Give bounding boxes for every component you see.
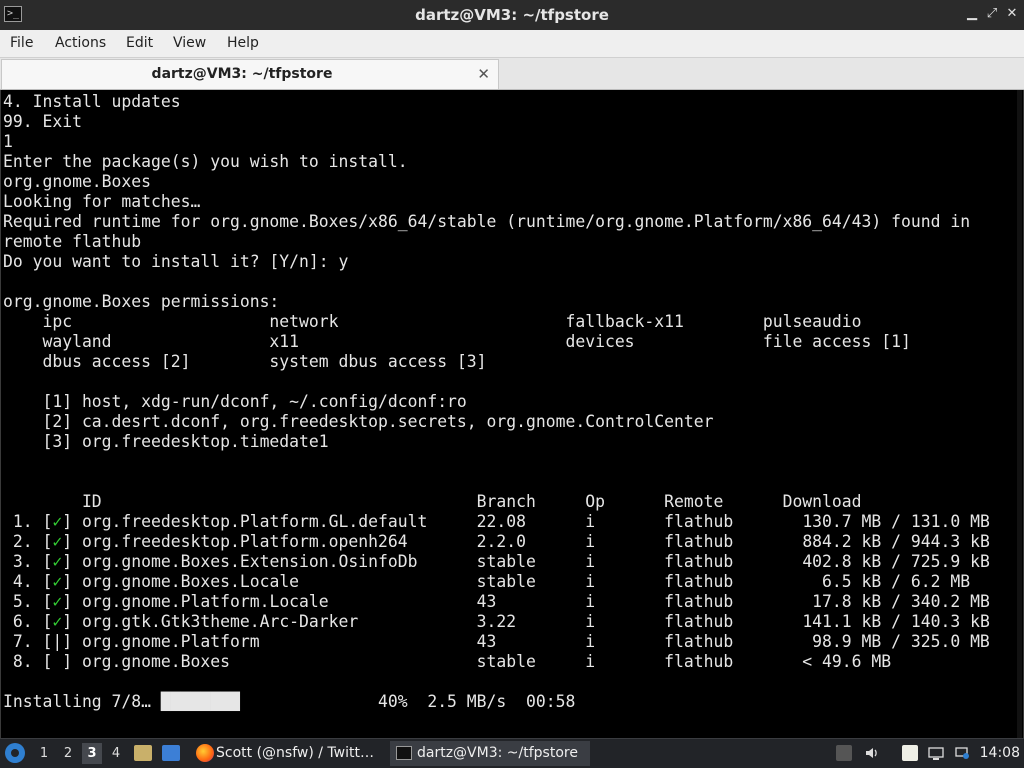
tray-updates-icon[interactable]: [836, 745, 852, 761]
clock: 14:08: [979, 745, 1020, 761]
terminal-line: 6. [✓] org.gtk.Gtk3theme.Arc-Darker 3.22…: [3, 612, 990, 631]
terminal-line: 1. [✓] org.freedesktop.Platform.GL.defau…: [3, 512, 990, 531]
close-icon[interactable]: ✕: [1004, 6, 1020, 22]
terminal-line: Enter the package(s) you wish to install…: [3, 152, 408, 171]
start-menu-icon[interactable]: [5, 743, 25, 763]
menu-view[interactable]: View: [173, 30, 206, 56]
terminal-output[interactable]: 4. Install updates 99. Exit 1 Enter the pac…: [0, 90, 1024, 738]
terminal-line: 1: [3, 132, 13, 151]
file-manager-icon[interactable]: [134, 745, 152, 761]
terminal-line: [2] ca.desrt.dconf, org.freedesktop.secr…: [3, 412, 714, 431]
terminal-line: [1] host, xdg-run/dconf, ~/.config/dconf…: [3, 392, 467, 411]
terminal-line: 7. [|] org.gnome.Platform 43 i flathub 9…: [3, 632, 990, 651]
menu-edit[interactable]: Edit: [126, 30, 153, 56]
terminal-line: dbus access [2] system dbus access [3]: [3, 352, 487, 371]
volume-icon[interactable]: [864, 745, 880, 761]
terminal-line: 8. [ ] org.gnome.Boxes stable i flathub …: [3, 652, 892, 671]
task-terminal-label: dartz@VM3: ~/tfpstore: [417, 745, 578, 761]
terminal-line: ipc network fallback-x11 pulseaudio: [3, 312, 862, 331]
terminal-line: ID Branch Op Remote Download: [3, 492, 862, 511]
display-icon[interactable]: [928, 745, 944, 761]
terminal-scrollbar[interactable]: [1017, 90, 1022, 738]
tab-close-icon[interactable]: ✕: [477, 64, 490, 84]
window-title: dartz@VM3: ~/tfpstore: [415, 6, 609, 24]
firefox-icon[interactable]: [196, 744, 214, 762]
task-terminal[interactable]: dartz@VM3: ~/tfpstore: [390, 741, 590, 766]
menu-file[interactable]: File: [10, 30, 33, 56]
terminal-line: org.gnome.Boxes: [3, 172, 152, 191]
workspace-1[interactable]: 1: [34, 743, 54, 764]
tab-terminal[interactable]: dartz@VM3: ~/tfpstore ✕: [1, 59, 499, 89]
menu-actions[interactable]: Actions: [55, 30, 106, 56]
terminal-line: remote flathub: [3, 232, 142, 251]
terminal-line: Required runtime for org.gnome.Boxes/x86…: [3, 212, 971, 231]
clipboard-icon[interactable]: [902, 745, 918, 761]
terminal-line: 5. [✓] org.gnome.Platform.Locale 43 i fl…: [3, 592, 990, 611]
workspace-2[interactable]: 2: [58, 743, 78, 764]
terminal-icon: [396, 746, 412, 760]
terminal-line: 4. [✓] org.gnome.Boxes.Locale stable i f…: [3, 572, 971, 591]
taskbar: 1 2 3 4 Scott (@nsfw) / Twitt… dartz@VM3…: [0, 738, 1024, 768]
terminal-line: 99. Exit: [3, 112, 82, 131]
terminal-line: Do you want to install it? [Y/n]: y: [3, 252, 349, 271]
tab-bar: dartz@VM3: ~/tfpstore ✕: [0, 58, 1024, 90]
maximize-icon[interactable]: ⤢: [984, 6, 1000, 22]
minimize-icon[interactable]: ▁: [964, 6, 980, 22]
terminal-line: wayland x11 devices file access [1]: [3, 332, 911, 351]
terminal-line: org.gnome.Boxes permissions:: [3, 292, 280, 311]
desktop-icon[interactable]: [162, 745, 180, 761]
terminal-line: 4. Install updates: [3, 92, 181, 111]
terminal-line: [3] org.freedesktop.timedate1: [3, 432, 329, 451]
terminal-line: 3. [✓] org.gnome.Boxes.Extension.OsinfoD…: [3, 552, 990, 571]
menu-bar: File Actions Edit View Help: [0, 30, 1024, 58]
window-titlebar[interactable]: >_ dartz@VM3: ~/tfpstore ▁ ⤢ ✕: [0, 0, 1024, 30]
terminal-line: 2. [✓] org.freedesktop.Platform.openh264…: [3, 532, 990, 551]
menu-help[interactable]: Help: [227, 30, 259, 56]
tab-label: dartz@VM3: ~/tfpstore: [151, 66, 333, 82]
workspace-4[interactable]: 4: [106, 743, 126, 764]
network-icon[interactable]: [954, 745, 970, 761]
task-firefox[interactable]: Scott (@nsfw) / Twitt…: [216, 741, 386, 766]
terminal-line: Looking for matches…: [3, 192, 201, 211]
task-firefox-label: Scott (@nsfw) / Twitt…: [216, 745, 374, 761]
terminal-line: Installing 7/8… ████████ 40% 2.5 MB/s 00…: [3, 692, 576, 711]
workspace-3[interactable]: 3: [82, 743, 102, 764]
